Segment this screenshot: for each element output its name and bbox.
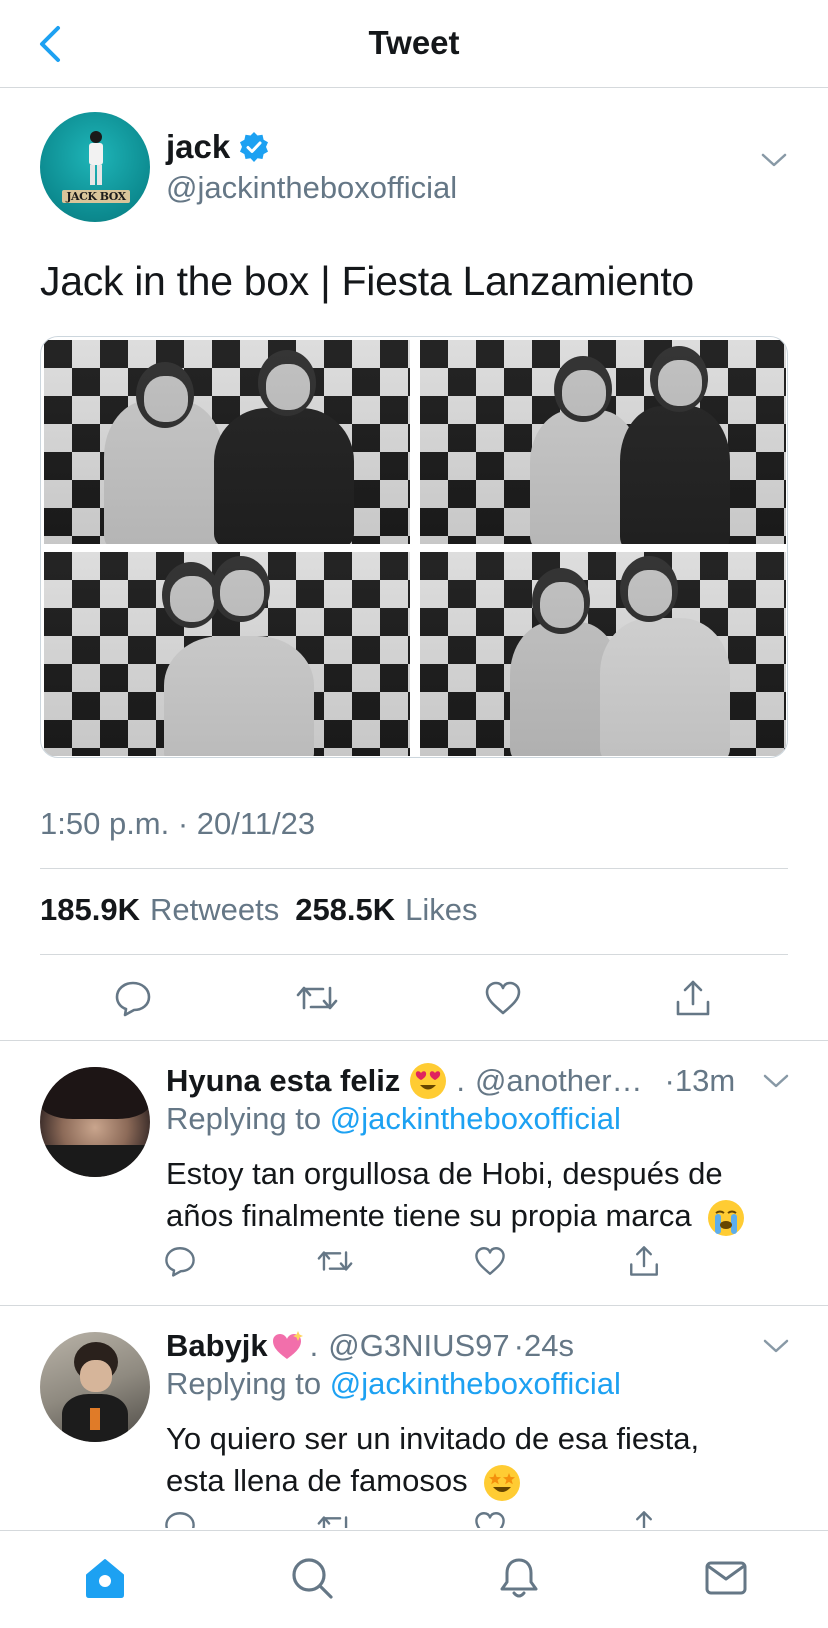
separator bbox=[0, 1040, 828, 1041]
sparkling-heart-emoji bbox=[270, 1329, 304, 1363]
avatar-logo: JACK BOX bbox=[62, 190, 130, 203]
notifications-icon bbox=[500, 1558, 538, 1598]
bottom-tab-bar bbox=[0, 1530, 828, 1628]
share-button[interactable] bbox=[626, 1508, 662, 1528]
replying-to: Replying to @jackintheboxofficial bbox=[166, 1366, 621, 1402]
media-photo-4[interactable] bbox=[420, 552, 786, 756]
reply-avatar[interactable] bbox=[40, 1067, 150, 1177]
author-handle[interactable]: @jackintheboxofficial bbox=[166, 170, 457, 206]
likes-count[interactable]: 258.5K bbox=[295, 892, 395, 928]
retweets-label[interactable]: Retweets bbox=[150, 892, 279, 928]
chevron-down-icon[interactable] bbox=[762, 1071, 790, 1091]
reply-text: Yo quiero ser un invitado de esa fiesta,… bbox=[166, 1421, 700, 1498]
tab-home[interactable] bbox=[80, 1553, 130, 1603]
top-bar: Tweet bbox=[0, 0, 828, 88]
replying-prefix: Replying to bbox=[166, 1366, 322, 1401]
retweet-button[interactable] bbox=[315, 1508, 355, 1528]
chevron-down-icon[interactable] bbox=[762, 1336, 790, 1356]
reply-time[interactable]: ·13m bbox=[665, 1063, 736, 1099]
reply-actions bbox=[0, 1243, 828, 1287]
retweet-button[interactable] bbox=[295, 976, 339, 1020]
tab-notifications[interactable] bbox=[494, 1553, 544, 1603]
share-icon bbox=[636, 1511, 652, 1528]
reply-author-handle[interactable]: @another… bbox=[475, 1063, 643, 1099]
separator bbox=[0, 1305, 828, 1306]
author-avatar[interactable]: JACK BOX bbox=[40, 112, 150, 222]
messages-icon bbox=[705, 1561, 747, 1595]
heart-icon bbox=[475, 1512, 505, 1528]
reply-header: Babyjk . @G3NIUS97 ·24s bbox=[166, 1328, 574, 1364]
replying-prefix: Replying to bbox=[166, 1101, 322, 1136]
reply-button[interactable] bbox=[162, 1508, 198, 1528]
author-name-line[interactable]: jack bbox=[166, 128, 270, 166]
reply-author-name[interactable]: Babyjk bbox=[166, 1328, 268, 1364]
reply-icon bbox=[165, 1247, 195, 1277]
reply-header: Hyuna esta feliz . @another… ·13m bbox=[166, 1063, 736, 1099]
author-name: jack bbox=[166, 128, 231, 165]
chevron-down-icon[interactable] bbox=[760, 150, 788, 170]
home-icon bbox=[86, 1559, 124, 1598]
media-photo-1[interactable] bbox=[44, 340, 410, 544]
page-title: Tweet bbox=[368, 24, 460, 61]
reply-text-block: Yo quiero ser un invitado de esa fiesta,… bbox=[166, 1418, 766, 1502]
tweet-actions bbox=[0, 954, 828, 1040]
replying-to: Replying to @jackintheboxofficial bbox=[166, 1101, 621, 1137]
heart-icon bbox=[485, 981, 521, 1015]
likes-label[interactable]: Likes bbox=[405, 892, 477, 928]
replying-to-link[interactable]: @jackintheboxofficial bbox=[330, 1101, 621, 1136]
retweet-icon bbox=[317, 1516, 348, 1528]
reply-actions bbox=[0, 1508, 828, 1528]
share-button[interactable] bbox=[671, 976, 715, 1020]
verified-badge-icon bbox=[240, 132, 269, 162]
avatar-figure bbox=[89, 131, 103, 185]
share-icon bbox=[676, 980, 710, 1016]
like-button[interactable] bbox=[481, 976, 525, 1020]
tab-messages[interactable] bbox=[701, 1553, 751, 1603]
search-icon bbox=[292, 1558, 333, 1599]
tweet-text: Jack in the box | Fiesta Lanzamiento bbox=[40, 258, 694, 304]
retweets-count[interactable]: 185.9K bbox=[40, 892, 140, 928]
heart-eyes-emoji bbox=[410, 1063, 447, 1099]
media-photo-3[interactable] bbox=[44, 552, 410, 756]
reply-icon bbox=[115, 981, 151, 1017]
reply-time[interactable]: ·24s bbox=[514, 1328, 574, 1364]
media-grid bbox=[40, 336, 788, 758]
share-button[interactable] bbox=[626, 1243, 662, 1279]
reply-button[interactable] bbox=[111, 976, 155, 1020]
reply-icon bbox=[165, 1512, 195, 1528]
retweet-icon bbox=[296, 986, 338, 1010]
like-button[interactable] bbox=[472, 1243, 508, 1279]
replying-to-link[interactable]: @jackintheboxofficial bbox=[330, 1366, 621, 1401]
retweet-button[interactable] bbox=[315, 1243, 355, 1279]
divider bbox=[40, 868, 788, 869]
reply-text-block: Estoy tan orgullosa de Hobi, después de … bbox=[166, 1153, 796, 1237]
like-button[interactable] bbox=[472, 1508, 508, 1528]
share-icon bbox=[630, 1246, 658, 1276]
retweet-icon bbox=[317, 1251, 353, 1271]
reply-button[interactable] bbox=[162, 1243, 198, 1279]
heart-icon bbox=[475, 1247, 505, 1275]
tweet-timestamp[interactable]: 1:50 p.m. · 20/11/23 bbox=[40, 806, 315, 842]
reply-avatar[interactable] bbox=[40, 1332, 150, 1442]
media-photo-2[interactable] bbox=[420, 340, 786, 544]
reply-author-name[interactable]: Hyuna esta feliz bbox=[166, 1063, 400, 1099]
tab-search[interactable] bbox=[287, 1553, 337, 1603]
reply-author-handle[interactable]: @G3NIUS97 bbox=[328, 1328, 509, 1364]
star-struck-emoji bbox=[484, 1464, 521, 1501]
tweet-stats: 185.9K Retweets 258.5K Likes bbox=[40, 892, 484, 928]
crying-emoji bbox=[708, 1199, 745, 1236]
reply-text: Estoy tan orgullosa de Hobi, después de … bbox=[166, 1156, 723, 1233]
